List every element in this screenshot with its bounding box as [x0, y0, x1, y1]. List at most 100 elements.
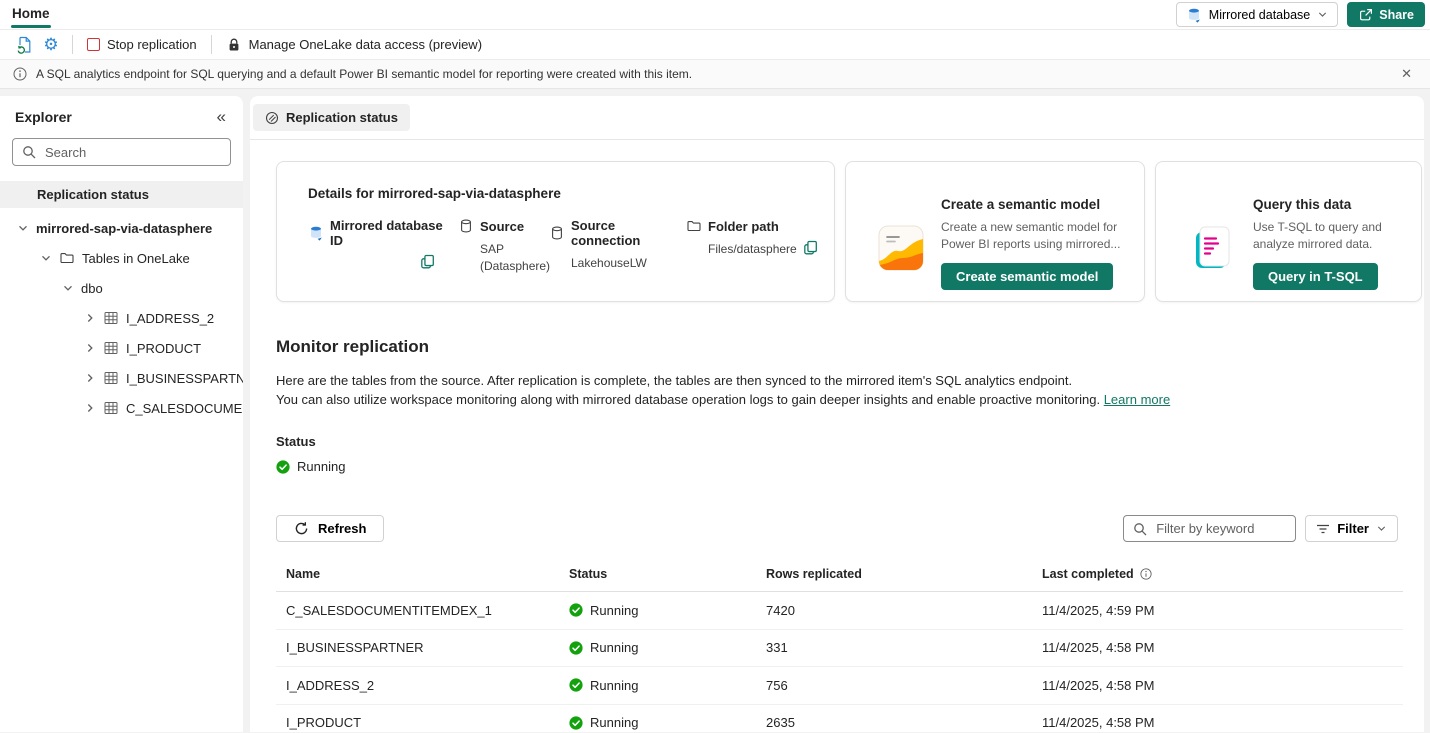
- field-value: SAP (Datasphere): [480, 241, 550, 275]
- cell-rows-replicated: 331: [766, 640, 1042, 655]
- filter-button[interactable]: Filter: [1305, 515, 1398, 542]
- refresh-metadata-button[interactable]: [12, 33, 38, 57]
- share-label: Share: [1379, 8, 1414, 22]
- column-header-rows-replicated[interactable]: Rows replicated: [766, 567, 1042, 581]
- search-icon: [1133, 522, 1147, 536]
- query-in-tsql-button[interactable]: Query in T-SQL: [1253, 263, 1378, 290]
- chevron-right-icon: [84, 372, 96, 384]
- create-semantic-model-button[interactable]: Create semantic model: [941, 263, 1113, 290]
- filter-keyword-box[interactable]: [1123, 515, 1296, 542]
- copy-icon[interactable]: [420, 254, 435, 269]
- explorer-sidebar: Explorer « Replication status mirrored-s…: [0, 96, 243, 732]
- folder-icon: [686, 218, 702, 234]
- share-icon: [1358, 8, 1373, 22]
- tsql-document-icon: [1190, 195, 1236, 301]
- tree-item-label: I_PRODUCT: [126, 341, 201, 356]
- folder-icon: [59, 250, 75, 266]
- chevron-right-icon: [84, 342, 96, 354]
- database-icon: [549, 225, 565, 241]
- mirrored-database-icon: [1186, 7, 1202, 23]
- cell-name: I_BUSINESSPARTNER: [286, 640, 569, 655]
- chevron-right-icon: [84, 402, 96, 414]
- column-header-status[interactable]: Status: [569, 567, 766, 581]
- field-folder-path: Folder path Files/datasphere: [686, 218, 818, 275]
- field-label: Source connection: [571, 218, 686, 248]
- table-row[interactable]: C_SALESDOCUMENTITEMDEX_1 Running 7420 11…: [276, 592, 1403, 630]
- status-label: Status: [276, 434, 1422, 449]
- tab-label: Replication status: [286, 110, 398, 125]
- close-icon[interactable]: ✕: [1396, 64, 1417, 84]
- table-row[interactable]: I_ADDRESS_2 Running 756 11/4/2025, 4:58 …: [276, 667, 1403, 705]
- chevron-down-icon: [1317, 9, 1328, 20]
- tree-item-table[interactable]: I_PRODUCT: [0, 333, 243, 363]
- semantic-model-icon: [878, 195, 924, 301]
- tree-item-label: Tables in OneLake: [82, 251, 190, 266]
- refresh-icon: [294, 521, 309, 536]
- semantic-model-card: Create a semantic model Create a new sem…: [845, 161, 1145, 302]
- chevron-down-icon: [17, 222, 29, 234]
- mirrored-database-icon: [308, 225, 324, 241]
- copy-icon[interactable]: [803, 240, 818, 255]
- table-row[interactable]: I_PRODUCT Running 2635 11/4/2025, 4:58 P…: [276, 705, 1403, 733]
- table-row[interactable]: I_BUSINESSPARTNER Running 331 11/4/2025,…: [276, 630, 1403, 668]
- check-circle-icon: [569, 678, 583, 692]
- tree-item-schema[interactable]: dbo: [0, 273, 243, 303]
- table-icon: [103, 370, 119, 386]
- toolbar-separator: [72, 35, 73, 54]
- database-icon: [458, 218, 474, 234]
- explorer-tree: mirrored-sap-via-datasphere Tables in On…: [0, 213, 243, 423]
- item-type-dropdown[interactable]: Mirrored database: [1176, 2, 1338, 27]
- tree-item-root[interactable]: mirrored-sap-via-datasphere: [0, 213, 243, 243]
- sidebar-item-replication-status[interactable]: Replication status: [0, 181, 243, 208]
- refresh-label: Refresh: [318, 521, 366, 536]
- tree-item-label: I_ADDRESS_2: [126, 311, 214, 326]
- share-button[interactable]: Share: [1347, 2, 1425, 27]
- chevron-down-icon: [1376, 523, 1387, 534]
- replication-table: Name Status Rows replicated Last complet…: [276, 567, 1403, 732]
- banner-text: A SQL analytics endpoint for SQL queryin…: [36, 67, 692, 81]
- field-value: Files/datasphere: [708, 241, 797, 258]
- field-label: Source: [480, 219, 524, 234]
- check-circle-icon: [276, 460, 290, 474]
- tree-item-table[interactable]: I_BUSINESSPARTNER: [0, 363, 243, 393]
- cell-rows-replicated: 7420: [766, 603, 1042, 618]
- column-header-name[interactable]: Name: [286, 567, 569, 581]
- monitor-title: Monitor replication: [276, 337, 1422, 357]
- refresh-button[interactable]: Refresh: [276, 515, 384, 542]
- stop-replication-button[interactable]: Stop replication: [81, 33, 203, 57]
- column-header-last-completed[interactable]: Last completed: [1042, 567, 1403, 581]
- manage-onelake-button[interactable]: Manage OneLake data access (preview): [220, 33, 488, 57]
- field-source: Source SAP (Datasphere): [458, 218, 549, 275]
- info-icon: [1140, 568, 1152, 580]
- query-card-desc: Use T-SQL to query and: [1253, 220, 1382, 234]
- sidebar-search[interactable]: [12, 138, 231, 166]
- table-icon: [103, 400, 119, 416]
- check-circle-icon: [569, 641, 583, 655]
- settings-button[interactable]: ⚙: [38, 33, 64, 57]
- semantic-card-title: Create a semantic model: [941, 197, 1120, 212]
- query-data-card: Query this data Use T-SQL to query and a…: [1155, 161, 1422, 302]
- cell-status: Running: [569, 715, 766, 730]
- manage-onelake-label: Manage OneLake data access (preview): [249, 37, 482, 52]
- tab-strip: Replication status: [250, 96, 1424, 140]
- tab-home[interactable]: Home: [11, 1, 51, 28]
- stop-icon: [87, 38, 100, 51]
- filter-keyword-input[interactable]: [1154, 520, 1286, 537]
- semantic-card-desc: Create a new semantic model for: [941, 220, 1117, 234]
- tree-item-table[interactable]: I_ADDRESS_2: [0, 303, 243, 333]
- collapse-sidebar-icon[interactable]: «: [214, 108, 229, 125]
- tab-replication-status[interactable]: Replication status: [253, 104, 410, 131]
- search-input[interactable]: [43, 144, 221, 161]
- cell-rows-replicated: 756: [766, 678, 1042, 693]
- tree-item-label: mirrored-sap-via-datasphere: [36, 221, 212, 236]
- cell-last-completed: 11/4/2025, 4:58 PM: [1042, 678, 1403, 693]
- gear-icon: ⚙: [43, 36, 58, 53]
- cell-last-completed: 11/4/2025, 4:59 PM: [1042, 603, 1403, 618]
- table-icon: [103, 310, 119, 326]
- tree-item-tables-folder[interactable]: Tables in OneLake: [0, 243, 243, 273]
- tree-item-table[interactable]: C_SALESDOCUMENTIT: [0, 393, 243, 423]
- page-body: Explorer « Replication status mirrored-s…: [0, 89, 1430, 732]
- item-type-label: Mirrored database: [1209, 8, 1310, 22]
- learn-more-link[interactable]: Learn more: [1104, 392, 1170, 407]
- table-icon: [103, 340, 119, 356]
